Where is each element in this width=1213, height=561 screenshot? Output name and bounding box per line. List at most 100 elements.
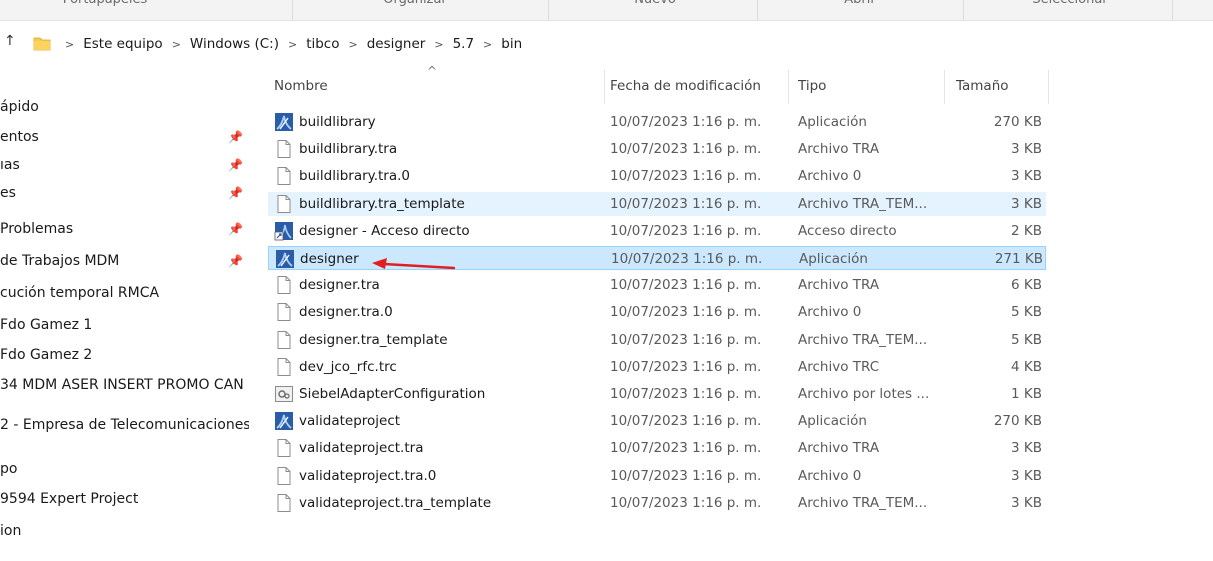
ribbon-separator [292,0,293,20]
column-divider[interactable] [1048,70,1049,104]
file-date: 10/07/2023 1:16 p. m. [610,413,762,429]
file-row[interactable]: designer.tra 10/07/2023 1:16 p. m. Archivo… [268,273,1046,297]
nav-item[interactable]: es 📌 [0,180,249,206]
nav-item[interactable]: ıas 📌 [0,152,249,178]
file-date: 10/07/2023 1:16 p. m. [610,304,762,320]
file-row[interactable]: validateproject.tra 10/07/2023 1:16 p. m.… [268,436,1046,460]
chevron-right-icon[interactable]: > [65,38,74,51]
file-icon [274,194,294,214]
ribbon-group-clipboard: Portapapeles [30,0,180,12]
file-icon [274,275,294,295]
column-header-date[interactable]: Fecha de modificación [610,78,761,94]
ribbon-group-labels: Portapapeles Organizar Nuevo Abrir Selec… [0,0,1213,21]
pin-icon: 📌 [228,222,243,236]
column-divider[interactable] [788,70,789,104]
file-type: Archivo TRA [798,141,880,157]
file-icon [274,493,294,513]
file-name: buildlibrary.tra_template [299,196,465,212]
file-name: validateproject [299,413,401,429]
app-icon [274,112,294,132]
pin-icon: 📌 [228,254,243,268]
file-type: Aplicación [798,413,867,429]
breadcrumb-item-bin[interactable]: bin [501,36,522,52]
file-row[interactable]: buildlibrary.tra_template 10/07/2023 1:16… [268,192,1046,216]
ribbon-group-new: Nuevo [580,0,730,12]
breadcrumb-item-tibco[interactable]: tibco [306,36,339,52]
chevron-right-icon[interactable]: > [483,38,492,51]
nav-item[interactable]: de Trabajos MDM 📌 [0,248,249,274]
ribbon-separator [1172,0,1173,20]
file-name: designer - Acceso directo [299,223,470,239]
file-row[interactable]: buildlibrary.tra 10/07/2023 1:16 p. m. Arc… [268,137,1046,161]
file-name: designer.tra_template [299,332,448,348]
ribbon-separator [757,0,758,20]
column-header-row: ^ Nombre Fecha de modificación Tipo Tama… [264,64,1064,106]
file-size: 3 KB [1011,196,1042,212]
column-header-name[interactable]: Nombre [274,78,328,94]
file-date: 10/07/2023 1:16 p. m. [610,196,762,212]
nav-item[interactable]: Problemas 📌 [0,216,249,242]
chevron-right-icon[interactable]: > [172,38,181,51]
file-icon [274,357,294,377]
nav-item[interactable]: entos 📌 [0,124,249,150]
navigation-pane: ápido entos 📌 ıas 📌 es 📌 Problemas 📌 de Trab… [0,99,249,539]
file-type: Archivo TRA_TEM... [798,332,928,348]
file-type: Aplicación [798,114,867,130]
file-date: 10/07/2023 1:16 p. m. [610,359,762,375]
file-row[interactable]: designer.tra_template 10/07/2023 1:16 p. … [268,328,1046,352]
chevron-right-icon[interactable]: > [288,38,297,51]
file-date: 10/07/2023 1:16 p. m. [610,495,762,511]
file-type: Archivo TRA [798,440,880,456]
breadcrumb-item-designer[interactable]: designer [367,36,426,52]
file-row[interactable]: dev_jco_rfc.trc 10/07/2023 1:16 p. m. Arch… [268,355,1046,379]
file-row[interactable]: designer.tra.0 10/07/2023 1:16 p. m. Archi… [268,300,1046,324]
breadcrumb-item-this-pc[interactable]: Este equipo [83,36,162,52]
file-name: buildlibrary [299,114,376,130]
file-size: 3 KB [1011,468,1042,484]
file-size: 5 KB [1011,332,1042,348]
file-type: Archivo 0 [798,304,862,320]
file-icon [274,466,294,486]
file-name: dev_jco_rfc.trc [299,359,397,375]
file-size: 1 KB [1011,386,1042,402]
chevron-right-icon[interactable]: > [348,38,357,51]
file-type: Archivo TRA_TEM... [798,495,928,511]
file-icon [274,166,294,186]
file-row[interactable]: buildlibrary.tra.0 10/07/2023 1:16 p. m. A… [268,164,1046,188]
file-date: 10/07/2023 1:16 p. m. [610,440,762,456]
pin-icon: 📌 [228,158,243,172]
file-row[interactable]: validateproject.tra_template 10/07/2023 1… [268,491,1046,515]
column-header-size[interactable]: Tamaño [956,78,1009,94]
batch-icon [274,384,294,404]
file-size: 3 KB [1011,141,1042,157]
file-name: buildlibrary.tra.0 [299,168,410,184]
file-list: ^ Nombre Fecha de modificación Tipo Tama… [264,64,1213,561]
file-date: 10/07/2023 1:16 p. m. [610,277,762,293]
file-row[interactable]: SiebelAdapterConfiguration 10/07/2023 1:1… [268,382,1046,406]
file-name: validateproject.tra.0 [299,468,437,484]
file-type: Acceso directo [798,223,897,239]
file-date: 10/07/2023 1:16 p. m. [610,114,762,130]
file-row[interactable]: validateproject.tra.0 10/07/2023 1:16 p. … [268,464,1046,488]
file-size: 270 KB [993,114,1042,130]
breadcrumb: > Este equipo > Windows (C:) > tibco > d… [56,36,522,52]
file-size: 3 KB [1011,495,1042,511]
chevron-right-icon[interactable]: > [434,38,443,51]
ribbon-group-organize: Organizar [340,0,490,12]
breadcrumb-item-version[interactable]: 5.7 [453,36,474,52]
column-divider[interactable] [604,70,605,104]
column-header-type[interactable]: Tipo [798,78,826,94]
sort-ascending-icon: ^ [427,64,438,78]
file-row[interactable]: designer - Acceso directo 10/07/2023 1:16… [268,219,1046,243]
ribbon-group-select: Seleccionar [980,0,1160,12]
file-name: designer.tra.0 [299,304,393,320]
file-date: 10/07/2023 1:16 p. m. [611,251,763,267]
up-arrow-icon[interactable]: ↑ [4,33,16,49]
file-row[interactable]: buildlibrary 10/07/2023 1:16 p. m. Aplicac… [268,110,1046,134]
breadcrumb-item-windows-c[interactable]: Windows (C:) [190,36,279,52]
file-row[interactable]: validateproject 10/07/2023 1:16 p. m. Apli… [268,409,1046,433]
file-type: Archivo TRA_TEM... [798,196,928,212]
file-name: SiebelAdapterConfiguration [299,386,486,402]
file-size: 2 KB [1011,223,1042,239]
column-divider[interactable] [944,70,945,104]
